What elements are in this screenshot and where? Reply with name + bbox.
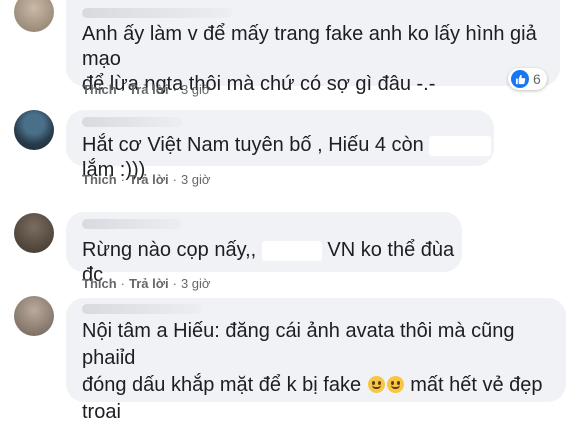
thumbs-up-icon	[511, 70, 529, 88]
reaction-count: 6	[533, 71, 541, 87]
avatar[interactable]	[14, 296, 54, 336]
avatar[interactable]	[14, 0, 54, 32]
smiling-face-icon	[367, 376, 385, 393]
smiling-face-icon	[386, 376, 404, 393]
reply-link[interactable]: Trả lời	[129, 82, 169, 97]
comment-actions: Thích · Trả lời · 3 giờ	[82, 276, 211, 291]
reply-link[interactable]: Trả lời	[129, 172, 169, 187]
like-link[interactable]: Thích	[82, 276, 117, 291]
timestamp-link[interactable]: 3 giờ	[181, 82, 211, 97]
comment-text-line: Anh ấy làm v để mấy trang fake anh ko lấ…	[82, 23, 537, 70]
comment-text: Rừng nào cọp nấy,,	[82, 239, 257, 261]
commenter-name[interactable]	[82, 8, 232, 18]
avatar[interactable]	[14, 110, 54, 150]
like-link[interactable]: Thích	[82, 82, 117, 97]
comment-actions: Thích · Trả lời · 3 giờ	[82, 172, 211, 187]
comment-text-line: Nội tâm a Hiếu: đăng cái ảnh avata thôi …	[82, 320, 515, 369]
comment-actions: Thích · Trả lời · 3 giờ	[82, 82, 211, 97]
commenter-name[interactable]	[82, 219, 182, 229]
commenter-name[interactable]	[82, 117, 182, 127]
reply-link[interactable]: Trả lời	[129, 276, 169, 291]
redacted-word	[429, 135, 492, 156]
timestamp-link[interactable]: 3 giờ	[181, 276, 211, 291]
redacted-word	[261, 240, 322, 261]
reaction-summary[interactable]: 6	[508, 68, 547, 90]
like-link[interactable]: Thích	[82, 172, 117, 187]
comment-text-line: đóng dấu khắp mặt để k bị fake mất hết v…	[82, 374, 543, 396]
comment-text-line: troai	[82, 401, 121, 423]
comment-text: Hắt cơ Việt Nam tuyên bố , Hiếu 4 còn	[82, 134, 424, 156]
timestamp-link[interactable]: 3 giờ	[181, 172, 211, 187]
commenter-name[interactable]	[82, 304, 202, 314]
avatar[interactable]	[14, 213, 54, 253]
